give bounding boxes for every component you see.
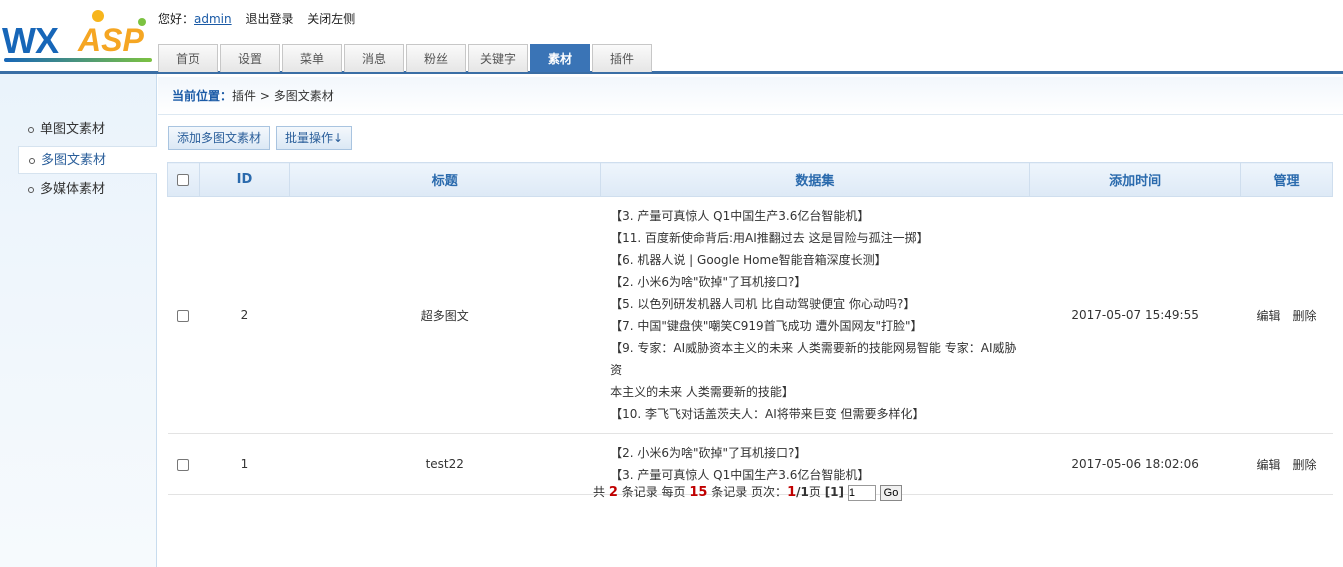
row-select-cell xyxy=(167,433,200,495)
sidebar-item-multimedia[interactable]: 多媒体素材 xyxy=(18,176,157,204)
sidebar-item-label: 多图文素材 xyxy=(41,153,107,168)
dataset-item: 【9. 专家：AI威胁资本主义的未来 人类需要新的技能网易智能 专家：AI威胁资 xyxy=(610,341,1017,377)
edit-link[interactable]: 编辑 xyxy=(1257,309,1281,323)
table-header-row: ID 标题 数据集 添加时间 管理 xyxy=(167,162,1333,197)
close-left-link[interactable]: 关闭左侧 xyxy=(307,12,355,26)
tab-keywords[interactable]: 关键字 xyxy=(468,44,528,72)
tab-menu[interactable]: 菜单 xyxy=(282,44,342,72)
delete-link[interactable]: 删除 xyxy=(1293,309,1317,323)
wxasp-logo[interactable]: WX ASP xyxy=(2,8,154,64)
logo-figure-orange xyxy=(92,10,104,22)
pager-pages-suffix: 页 xyxy=(808,485,825,499)
breadcrumb-label: 当前位置： xyxy=(172,89,233,103)
row-actions: 编辑 删除 xyxy=(1240,196,1333,434)
user-link[interactable]: admin xyxy=(194,12,232,26)
table-row: 2 超多图文 【3. 产量可真惊人 Q1中国生产3.6亿台智能机】 【11. 百… xyxy=(167,196,1333,434)
row-id: 2 xyxy=(199,196,290,434)
header: WX ASP 您好：admin 退出登录 关闭左侧 首页 设置 菜单 消息 粉丝… xyxy=(0,0,1343,74)
sidebar-item-single-article[interactable]: 单图文素材 xyxy=(18,116,157,144)
dataset-item: 【10. 李飞飞对话盖茨夫人：AI将带来巨变 但需要多样化】 xyxy=(610,407,925,421)
dataset-item: 【2. 小米6为啥"砍掉"了耳机接口?】 xyxy=(610,275,807,289)
materials-table: ID 标题 数据集 添加时间 管理 2 超多图文 【3. 产量可真惊人 Q1中国… xyxy=(167,162,1333,495)
pagination: 共 2 条记录 每页 15 条记录 页次：1/1页 [1] Go xyxy=(593,483,903,501)
dataset-item: 【6. 机器人说 | Google Home智能音箱深度长测】 xyxy=(610,253,887,267)
dataset-item: 【5. 以色列研发机器人司机 比自动驾驶便宜 你心动吗?】 xyxy=(610,297,916,311)
row-time: 2017-05-07 15:49:55 xyxy=(1029,196,1241,434)
page-number-input[interactable] xyxy=(847,484,876,501)
dataset-item: 【7. 中国"键盘侠"嘲笑C919首飞成功 遭外国网友"打脸"】 xyxy=(610,319,923,333)
pager-total: 2 xyxy=(608,485,618,500)
greeting-label: 您好： xyxy=(158,12,195,26)
select-all-cell xyxy=(167,162,200,197)
logo-wx-text: WX xyxy=(2,20,59,61)
tab-materials[interactable]: 素材 xyxy=(530,44,590,72)
bullet-icon xyxy=(28,186,34,193)
col-title: 标题 xyxy=(288,162,601,197)
pager-total-suffix: 条记录 每页 xyxy=(617,485,690,499)
delete-link[interactable]: 删除 xyxy=(1293,458,1317,472)
breadcrumb-path: 插件 > 多图文素材 xyxy=(232,89,334,103)
row-select-cell xyxy=(167,196,200,434)
row-title: 超多图文 xyxy=(289,196,601,434)
sidebar-item-label: 多媒体素材 xyxy=(40,182,106,197)
logo-asp-text: ASP xyxy=(78,22,144,58)
sidebar-item-multi-article[interactable]: 多图文素材 xyxy=(18,146,157,174)
dataset-item: 【2. 小米6为啥"砍掉"了耳机接口?】 xyxy=(610,446,807,460)
row-id: 1 xyxy=(199,433,290,495)
col-id: ID xyxy=(198,162,290,197)
row-checkbox[interactable] xyxy=(177,458,190,471)
row-title: test22 xyxy=(289,433,601,495)
pager-total-prefix: 共 xyxy=(593,485,609,499)
dataset-item: 【11. 百度新使命背后:用AI推翻过去 这是冒险与孤注一掷】 xyxy=(610,231,929,245)
row-checkbox[interactable] xyxy=(177,309,190,322)
tab-messages[interactable]: 消息 xyxy=(344,44,404,72)
row-dataset: 【3. 产量可真惊人 Q1中国生产3.6亿台智能机】 【11. 百度新使命背后:… xyxy=(600,196,1030,434)
breadcrumb: 当前位置：插件 > 多图文素材 xyxy=(158,77,1343,115)
logout-link[interactable]: 退出登录 xyxy=(245,12,293,26)
tab-home[interactable]: 首页 xyxy=(158,44,218,72)
bullet-icon xyxy=(29,157,35,164)
go-button[interactable]: Go xyxy=(879,484,903,501)
tab-fans[interactable]: 粉丝 xyxy=(406,44,466,72)
main-nav-tabs: 首页 设置 菜单 消息 粉丝 关键字 素材 插件 xyxy=(158,44,654,72)
col-added-time: 添加时间 xyxy=(1029,162,1242,197)
edit-link[interactable]: 编辑 xyxy=(1257,458,1281,472)
add-multi-article-button[interactable]: 添加多图文素材 xyxy=(168,126,271,150)
tab-plugins[interactable]: 插件 xyxy=(592,44,652,72)
select-all-checkbox[interactable] xyxy=(177,173,190,186)
pager-per-page-suffix: 条记录 页次： xyxy=(707,485,788,499)
pager-pages: 1 xyxy=(800,485,809,499)
col-dataset: 数据集 xyxy=(599,162,1031,197)
pager-page-link[interactable]: [1] xyxy=(825,485,844,499)
row-actions: 编辑 删除 xyxy=(1240,433,1333,495)
dataset-item: 本主义的未来 人类需要新的技能】 xyxy=(610,385,794,399)
col-manage: 管理 xyxy=(1240,162,1333,197)
sidebar: 单图文素材 多图文素材 多媒体素材 xyxy=(0,74,157,567)
pager-per-page: 15 xyxy=(689,485,708,500)
batch-action-button[interactable]: 批量操作↓ xyxy=(276,126,353,150)
row-time: 2017-05-06 18:02:06 xyxy=(1029,433,1241,495)
tab-settings[interactable]: 设置 xyxy=(220,44,280,72)
bullet-icon xyxy=(28,126,34,133)
pager-current: 1 xyxy=(787,485,797,500)
logo-swoosh xyxy=(4,58,152,62)
top-user-bar: 您好：admin 退出登录 关闭左侧 xyxy=(158,10,365,27)
dataset-item: 【3. 产量可真惊人 Q1中国生产3.6亿台智能机】 xyxy=(610,209,870,223)
sidebar-item-label: 单图文素材 xyxy=(40,122,106,137)
